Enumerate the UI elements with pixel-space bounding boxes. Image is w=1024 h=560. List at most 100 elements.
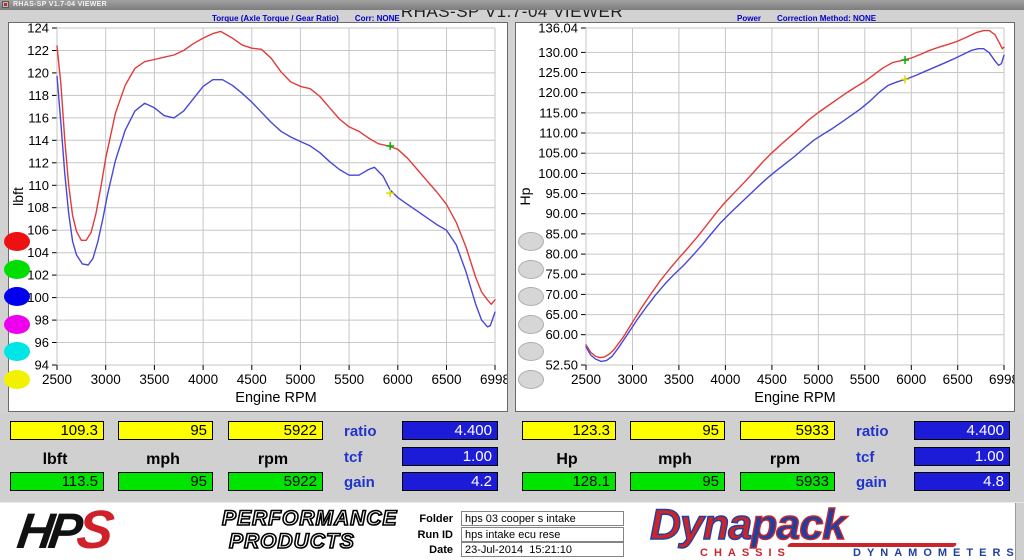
x-tick-label: 3000 [617,372,647,387]
x-tick-label: 5000 [803,372,833,387]
window-titlebar[interactable]: RHAS-SP V1.7-04 VIEWER [0,0,1024,10]
dynapack-logo-pack: pack [750,500,846,549]
power-cursor1-value: 123.3 [522,421,616,440]
x-tick-label: 5500 [334,372,364,387]
x-tick-label: 4500 [237,372,267,387]
y-tick-label: 100.00 [538,166,578,181]
date-label: Date [429,544,453,556]
window-title: RHAS-SP V1.7-04 VIEWER [13,1,107,8]
y-axis-label: Hp [517,187,533,205]
hps-tagline: PERFORMANCE PRODUCTS [221,506,398,554]
y-tick-label: 96 [35,335,49,350]
ratio-label: ratio [856,423,889,440]
ratio-value: 4.400 [402,421,498,440]
channel-swatch-gray-1[interactable] [518,260,544,279]
y-tick-label: 60.00 [545,327,578,342]
channel-swatch-gray-2[interactable] [518,287,544,306]
channel-swatch-5[interactable] [4,370,30,389]
torque-chart-panel: 124 122 120 118 116 114 112 110 108 106 104 102 100 9… [8,22,508,412]
torque-cursor2-rpm: 5922 [228,472,323,491]
y-tick-label: 52.50 [545,358,578,373]
x-tick-label: 6000 [383,372,413,387]
y-tick-label: 65.00 [545,307,578,322]
y-tick-label: 124 [27,23,49,36]
power-cursor2-mph: 95 [630,472,725,491]
x-tick-label: 2500 [42,372,72,387]
y-tick-label: 115.00 [539,105,578,120]
y-tick-label: 100 [27,290,49,305]
run-id-field[interactable] [461,527,624,542]
folder-field[interactable] [461,511,624,526]
y-tick-label: 120.00 [538,85,578,100]
y-tick-label: 80.00 [545,247,578,262]
torque-chart[interactable]: 124 122 120 118 116 114 112 110 108 106 104 102 100 9… [9,23,507,411]
power-cursor2-value: 128.1 [522,472,616,491]
dynapack-logo-dyna: Dyna [649,500,753,549]
blue-curve [56,75,496,328]
tcf-value: 1.00 [402,447,498,466]
y-tick-label: 75.00 [545,267,578,282]
channel-swatch-gray-3[interactable] [518,315,544,334]
x-axis-label: Engine RPM [754,390,835,406]
y-tick-label: 112 [28,155,49,170]
y-tick-label: 122 [27,43,49,58]
y-tick-label: 106 [27,223,49,238]
x-tick-label: 4500 [757,372,787,387]
y-tick-label: 98 [35,313,49,328]
hps-logo-s: S [73,500,113,560]
dynapack-tagline-chassis: CHASSIS [700,547,791,559]
torque-cursor2-mph: 95 [118,472,213,491]
hps-logo-hp: HP [13,503,82,559]
channel-swatch-3[interactable] [4,315,30,334]
power-chart-panel: 136.04 130.00 125.00 120.00 115.00 110.00 105.… [515,22,1015,412]
channel-swatch-2[interactable] [4,287,30,306]
power-cursor2-rpm: 5933 [740,472,835,491]
y-tick-label: 118 [28,88,49,103]
torque-cursor2-value: 113.5 [10,472,104,491]
x-tick-label: 6998 [480,372,507,387]
y-tick-label: 116 [28,110,49,125]
tcf-label: tcf [856,449,875,466]
channel-swatch-4[interactable] [4,342,30,361]
y-tick-label: 108 [27,200,49,215]
date-field[interactable] [461,542,624,557]
y-tick-label: 130.00 [538,45,578,60]
y-tick-label: 125.00 [538,65,578,80]
dynapack-tagline-dynamometers: DYNAMOMETERS [853,547,1020,559]
power-chart[interactable]: 136.04 130.00 125.00 120.00 115.00 110.00 105.… [516,23,1014,411]
x-tick-label: 6500 [431,372,461,387]
rpm-unit-label: rpm [257,451,289,468]
red-curve [56,30,496,305]
x-tick-label: 6998 [989,372,1014,387]
window-edge [1015,503,1024,560]
ratio-label: ratio [344,423,377,440]
y-axis-label: lbft [10,187,26,206]
x-tick-label: 6000 [896,372,926,387]
channel-swatch-gray-0[interactable] [518,232,544,251]
y-tick-label: 105.00 [538,146,578,161]
y-tick-label: 110 [28,178,49,193]
channel-swatch-0[interactable] [4,232,30,251]
y-tick-label: 110.00 [539,126,578,141]
gain-label: gain [856,474,887,491]
run-id-label: Run ID [417,529,453,541]
channel-swatch-gray-4[interactable] [518,342,544,361]
hps-logo: HPS [13,500,113,560]
folder-label: Folder [419,513,453,525]
hps-tagline-line1: PERFORMANCE [221,506,398,531]
torque-cursor1-rpm: 5922 [228,421,323,440]
y-tick-label: 70.00 [545,287,578,302]
x-tick-label: 4000 [188,372,218,387]
x-tick-label: 2500 [571,372,601,387]
red-curve [585,29,1005,359]
channel-swatch-gray-5[interactable] [518,370,544,389]
footer: HPS PERFORMANCE PRODUCTS Folder Run ID D… [0,500,1024,560]
torque-cursor1-value: 109.3 [10,421,104,440]
channel-swatch-1[interactable] [4,260,30,279]
gain-value: 4.8 [914,472,1010,491]
mph-unit-label: mph [146,451,180,468]
power-cursor1-rpm: 5933 [740,421,835,440]
x-tick-label: 6500 [943,372,973,387]
tcf-value: 1.00 [914,447,1010,466]
tcf-label: tcf [344,449,363,466]
